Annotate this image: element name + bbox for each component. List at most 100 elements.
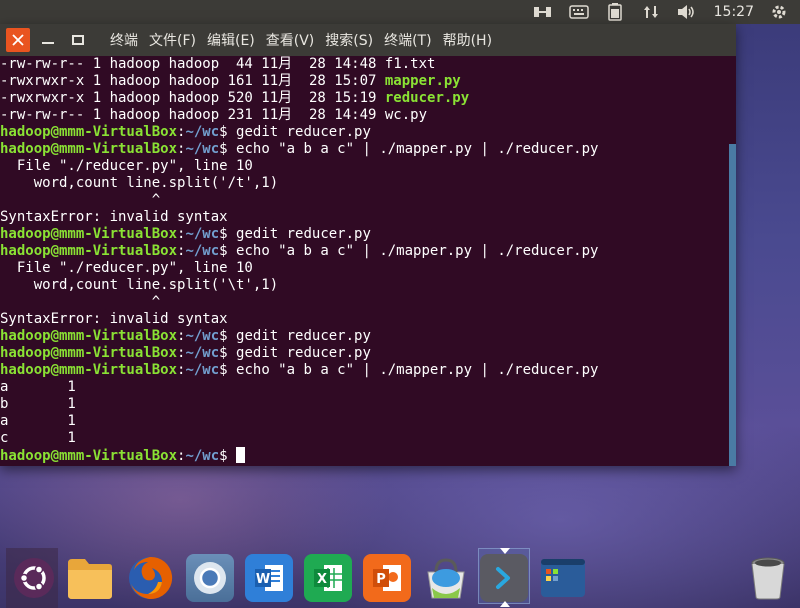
top-panel: 15:27 (0, 0, 800, 24)
dock: W X P (0, 548, 800, 608)
terminal-line: File "./reducer.py", line 10 (0, 158, 253, 174)
trash-icon (751, 557, 785, 600)
terminal-line: ^ (0, 192, 161, 208)
command-text: echo "a b a c" | ./mapper.py | ./reducer… (236, 243, 599, 259)
dock-trash[interactable] (742, 552, 794, 604)
close-button[interactable] (6, 28, 30, 52)
terminal-prompt-icon (496, 567, 510, 589)
prompt-user: hadoop@mmm-VirtualBox (0, 448, 178, 464)
prompt-line: hadoop@mmm-VirtualBox:~/wc$ echo "a b a … (0, 141, 599, 157)
prompt-line: hadoop@mmm-VirtualBox:~/wc$ gedit reduce… (0, 328, 371, 344)
svg-text:P: P (376, 572, 386, 587)
svg-text:X: X (317, 572, 327, 587)
workspace-switcher-icon (541, 559, 585, 597)
window-controls (0, 28, 90, 52)
menu-view[interactable]: 查看(V) (266, 30, 315, 50)
terminal-line: -rwxrwxr-x 1 hadoop hadoop 161 11月 28 15… (0, 73, 461, 89)
maximize-icon (72, 35, 84, 45)
prompt-line: hadoop@mmm-VirtualBox:~/wc$ echo "a b a … (0, 243, 599, 259)
prompt-user: hadoop@mmm-VirtualBox (0, 124, 178, 140)
executable-filename: reducer.py (384, 90, 470, 106)
prompt-path: ~/wc (185, 328, 220, 344)
terminal-line: SyntaxError: invalid syntax (0, 209, 228, 225)
volume-icon[interactable] (676, 3, 698, 21)
battery-icon[interactable] (604, 3, 626, 21)
dock-software-center[interactable] (420, 552, 472, 604)
command-text: gedit reducer.py (236, 124, 371, 140)
spreadsheet-icon: X (314, 565, 342, 591)
ubuntu-logo-icon (14, 558, 54, 598)
dock-wps-spreadsheets[interactable]: X (302, 552, 354, 604)
minimize-icon (42, 42, 54, 44)
menu-edit[interactable]: 编辑(E) (207, 30, 255, 50)
maximize-button[interactable] (66, 28, 90, 52)
dock-files[interactable] (64, 552, 116, 604)
terminal-line: b 1 (0, 396, 76, 412)
prompt-line: hadoop@mmm-VirtualBox:~/wc$ gedit reduce… (0, 124, 371, 140)
prompt-line: hadoop@mmm-VirtualBox:~/wc$ (0, 447, 729, 464)
terminal-line: -rwxrwxr-x 1 hadoop hadoop 520 11月 28 15… (0, 90, 470, 106)
presentation-icon: P (373, 565, 401, 591)
minimize-button[interactable] (36, 28, 60, 52)
terminal-line: word,count line.split('\t',1) (0, 277, 279, 293)
prompt-user: hadoop@mmm-VirtualBox (0, 328, 178, 344)
terminal-window: 终端 文件(F) 编辑(E) 查看(V) 搜索(S) 终端(T) 帮助(H) -… (0, 24, 736, 466)
writer-doc-icon: W (255, 565, 283, 591)
prompt-line: hadoop@mmm-VirtualBox:~/wc$ gedit reduce… (0, 345, 371, 361)
menu-search[interactable]: 搜索(S) (325, 30, 373, 50)
command-text: gedit reducer.py (236, 328, 371, 344)
menu-bar: 终端 文件(F) 编辑(E) 查看(V) 搜索(S) 终端(T) 帮助(H) (110, 30, 492, 50)
prompt-path: ~/wc (185, 345, 220, 361)
scrollbar[interactable] (729, 144, 736, 466)
dock-workspaces[interactable] (537, 552, 589, 604)
prompt-line: hadoop@mmm-VirtualBox:~/wc$ gedit reduce… (0, 226, 371, 242)
menu-terminal[interactable]: 终端(T) (384, 30, 431, 50)
prompt-line: hadoop@mmm-VirtualBox:~/wc$ echo "a b a … (0, 362, 599, 378)
terminal-line: a 1 (0, 413, 76, 429)
prompt-path: ~/wc (185, 448, 220, 464)
command-text: gedit reducer.py (236, 345, 371, 361)
menu-help[interactable]: 帮助(H) (443, 30, 492, 50)
prompt-path: ~/wc (185, 141, 220, 157)
dock-firefox[interactable] (124, 552, 176, 604)
terminal-line: SyntaxError: invalid syntax (0, 311, 228, 327)
chromium-icon (194, 562, 226, 594)
software-center-icon (427, 558, 465, 599)
sort-icon[interactable] (640, 3, 662, 21)
terminal-line: word,count line.split('/t',1) (0, 175, 279, 191)
command-text: gedit reducer.py (236, 226, 371, 242)
menu-file[interactable]: 文件(F) (149, 30, 196, 50)
terminal-line: File "./reducer.py", line 10 (0, 260, 253, 276)
prompt-path: ~/wc (185, 243, 220, 259)
prompt-user: hadoop@mmm-VirtualBox (0, 141, 178, 157)
terminal-output[interactable]: -rw-rw-r-- 1 hadoop hadoop 44 11月 28 14:… (0, 56, 729, 466)
prompt-path: ~/wc (185, 362, 220, 378)
command-text: echo "a b a c" | ./mapper.py | ./reducer… (236, 362, 599, 378)
terminal-line: c 1 (0, 430, 76, 446)
terminal-line: -rw-rw-r-- 1 hadoop hadoop 44 11月 28 14:… (0, 56, 436, 72)
clock[interactable]: 15:27 (714, 4, 754, 20)
terminal-line: a 1 (0, 379, 76, 395)
folder-icon (68, 559, 112, 599)
dock-terminal[interactable] (478, 552, 530, 604)
prompt-user: hadoop@mmm-VirtualBox (0, 362, 178, 378)
text-cursor (236, 447, 246, 463)
prompt-user: hadoop@mmm-VirtualBox (0, 243, 178, 259)
prompt-path: ~/wc (185, 124, 220, 140)
command-text: echo "a b a c" | ./mapper.py | ./reducer… (236, 141, 599, 157)
window-titlebar[interactable]: 终端 文件(F) 编辑(E) 查看(V) 搜索(S) 终端(T) 帮助(H) (0, 24, 736, 56)
menu-terminal-title[interactable]: 终端 (110, 30, 138, 50)
terminal-line: ^ (0, 294, 161, 310)
prompt-user: hadoop@mmm-VirtualBox (0, 226, 178, 242)
dock-ubuntu-home[interactable] (8, 552, 60, 604)
dock-wps-writer[interactable]: W (243, 552, 295, 604)
network-icon[interactable] (532, 3, 554, 21)
close-icon (12, 34, 24, 46)
dock-wps-presentation[interactable]: P (361, 552, 413, 604)
settings-gear-icon[interactable] (768, 3, 790, 21)
active-indicator-top (500, 548, 510, 554)
dock-chromium[interactable] (184, 552, 236, 604)
firefox-icon (129, 556, 173, 599)
keyboard-icon[interactable] (568, 3, 590, 21)
executable-filename: mapper.py (384, 73, 461, 89)
